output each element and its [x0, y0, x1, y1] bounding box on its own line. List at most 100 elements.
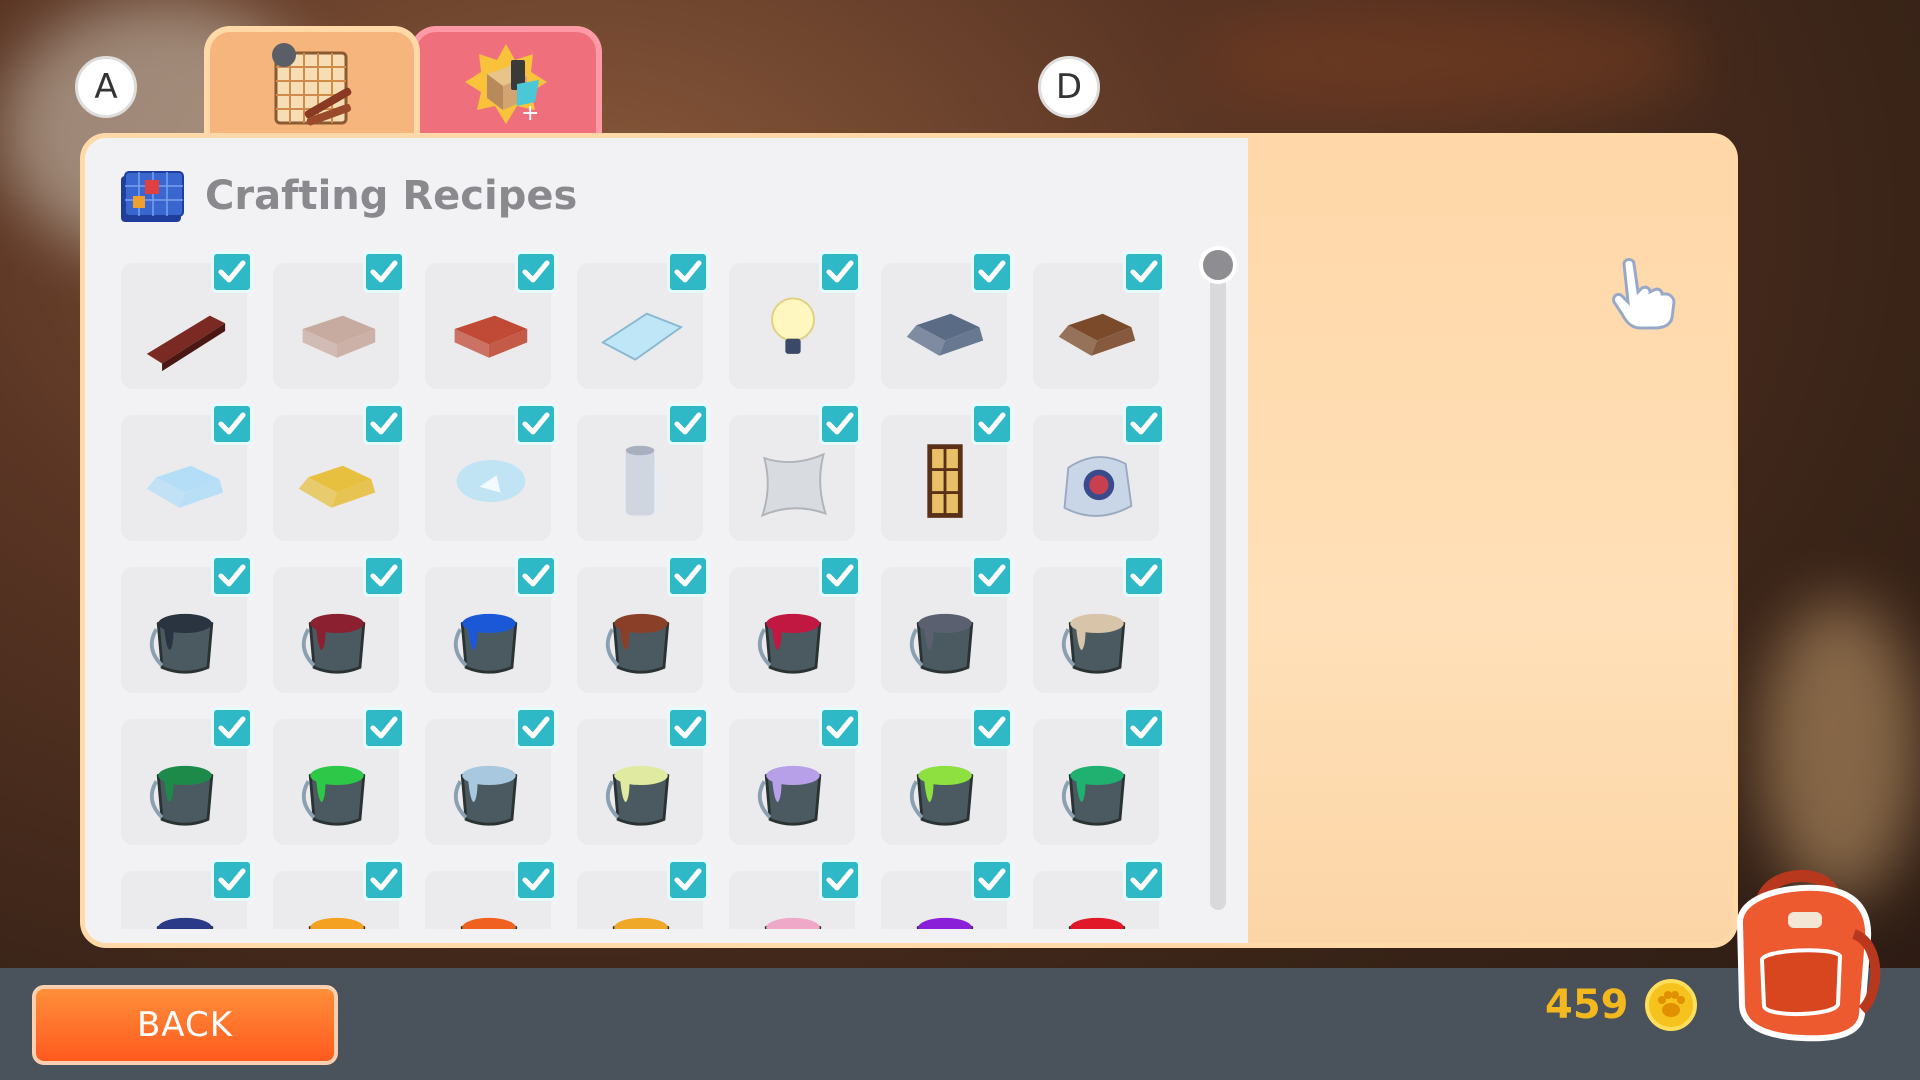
paper-icon: [625, 445, 666, 516]
paint-icon: [909, 613, 974, 674]
paint-icon: [301, 765, 366, 826]
recipe-slot[interactable]: [121, 555, 253, 693]
checkmark-icon: [211, 251, 253, 293]
checkmark-icon: [515, 403, 557, 445]
recipe-slot[interactable]: [425, 403, 557, 541]
recipe-slot[interactable]: [425, 859, 557, 929]
recipe-slot[interactable]: [273, 859, 405, 929]
recipe-slot[interactable]: [273, 251, 405, 389]
recipe-slot[interactable]: [273, 555, 405, 693]
recipe-slot[interactable]: [881, 859, 1013, 929]
recipe-slot[interactable]: [1033, 707, 1165, 845]
recipe-slot[interactable]: [121, 251, 253, 389]
recipe-slot[interactable]: [273, 707, 405, 845]
recipe-slot[interactable]: [425, 555, 557, 693]
ingot-icon: [146, 465, 224, 508]
tile-icon: [600, 312, 684, 361]
recipe-slot[interactable]: [273, 403, 405, 541]
recipe-slot[interactable]: [1033, 555, 1165, 693]
back-button[interactable]: BACK: [32, 985, 338, 1065]
checkmark-icon: [971, 555, 1013, 597]
recipe-slot[interactable]: [121, 403, 253, 541]
checkmark-icon: [667, 403, 709, 445]
checkmark-icon: [211, 859, 253, 901]
paint-icon: [605, 765, 670, 826]
recipe-slot[interactable]: [121, 859, 253, 929]
paint-icon: [149, 613, 214, 674]
checkmark-icon: [667, 859, 709, 901]
checkmark-icon: [667, 251, 709, 293]
tab-unlocks[interactable]: +: [410, 26, 602, 138]
checkmark-icon: [515, 707, 557, 749]
coin-counter: 459: [1545, 975, 1697, 1035]
recipe-slot[interactable]: [425, 707, 557, 845]
ceiling-beam: [1200, 0, 1700, 120]
scrollbar-thumb[interactable]: [1199, 246, 1237, 284]
paint-icon: [301, 613, 366, 674]
recipe-slot[interactable]: [1033, 859, 1165, 929]
checkmark-icon: [971, 251, 1013, 293]
checkmark-icon: [211, 403, 253, 445]
recipe-slot[interactable]: [729, 555, 861, 693]
coin-amount: 459: [1545, 982, 1629, 1028]
checkmark-icon: [667, 555, 709, 597]
recipe-slot[interactable]: [1033, 251, 1165, 389]
paint-icon: [1061, 765, 1126, 826]
checkmark-icon: [971, 707, 1013, 749]
next-tab-key-hint: D: [1038, 56, 1100, 118]
checkmark-icon: [819, 707, 861, 749]
svg-text:+: +: [521, 101, 539, 126]
bar-icon: [454, 315, 528, 358]
page-title: Crafting Recipes: [205, 173, 578, 219]
glass-icon: [456, 460, 526, 503]
paint-icon: [757, 765, 822, 826]
tab-recipes[interactable]: [204, 26, 420, 138]
recipe-slot[interactable]: [881, 555, 1013, 693]
recipe-grid: [115, 243, 1205, 929]
sack-icon: [1063, 456, 1133, 517]
checkmark-icon: [363, 555, 405, 597]
panel-header: Crafting Recipes: [119, 166, 577, 226]
lantern-icon: [927, 444, 963, 518]
recipe-slot[interactable]: [881, 403, 1013, 541]
paw-coin-icon: [1644, 979, 1697, 1031]
checkmark-icon: [515, 859, 557, 901]
checkmark-icon: [971, 859, 1013, 901]
recipe-slot[interactable]: [577, 251, 709, 389]
paint-icon: [1061, 613, 1126, 674]
checkmark-icon: [363, 859, 405, 901]
paint-icon: [453, 613, 518, 674]
checkmark-icon: [515, 251, 557, 293]
recipe-slot[interactable]: [425, 251, 557, 389]
box-unlock-icon: +: [465, 44, 547, 126]
recipe-slot[interactable]: [881, 251, 1013, 389]
recipe-slot[interactable]: [881, 707, 1013, 845]
checkmark-icon: [1123, 859, 1165, 901]
recipe-slot[interactable]: [577, 707, 709, 845]
prev-tab-key-hint: A: [75, 56, 137, 118]
recipe-slot[interactable]: [729, 403, 861, 541]
recipe-slot[interactable]: [729, 251, 861, 389]
checkmark-icon: [971, 403, 1013, 445]
recipe-slot[interactable]: [577, 555, 709, 693]
checkmark-icon: [211, 555, 253, 597]
checkmark-icon: [363, 403, 405, 445]
recipe-slot[interactable]: [1033, 403, 1165, 541]
checkmark-icon: [211, 707, 253, 749]
checkmark-icon: [667, 707, 709, 749]
checkmark-icon: [819, 251, 861, 293]
backpack-icon[interactable]: [1722, 864, 1882, 1044]
checkmark-icon: [363, 707, 405, 749]
recipe-slot[interactable]: [577, 403, 709, 541]
checkmark-icon: [363, 251, 405, 293]
recipe-slot[interactable]: [577, 859, 709, 929]
plank-icon: [146, 315, 226, 372]
recipe-slot[interactable]: [729, 707, 861, 845]
recipe-slot[interactable]: [121, 707, 253, 845]
checkmark-icon: [1123, 555, 1165, 597]
recipe-slot[interactable]: [729, 859, 861, 929]
scrollbar-track[interactable]: [1210, 256, 1226, 910]
checkmark-icon: [1123, 707, 1165, 749]
paint-icon: [453, 765, 518, 826]
recipes-pane: Crafting Recipes: [85, 138, 1248, 943]
